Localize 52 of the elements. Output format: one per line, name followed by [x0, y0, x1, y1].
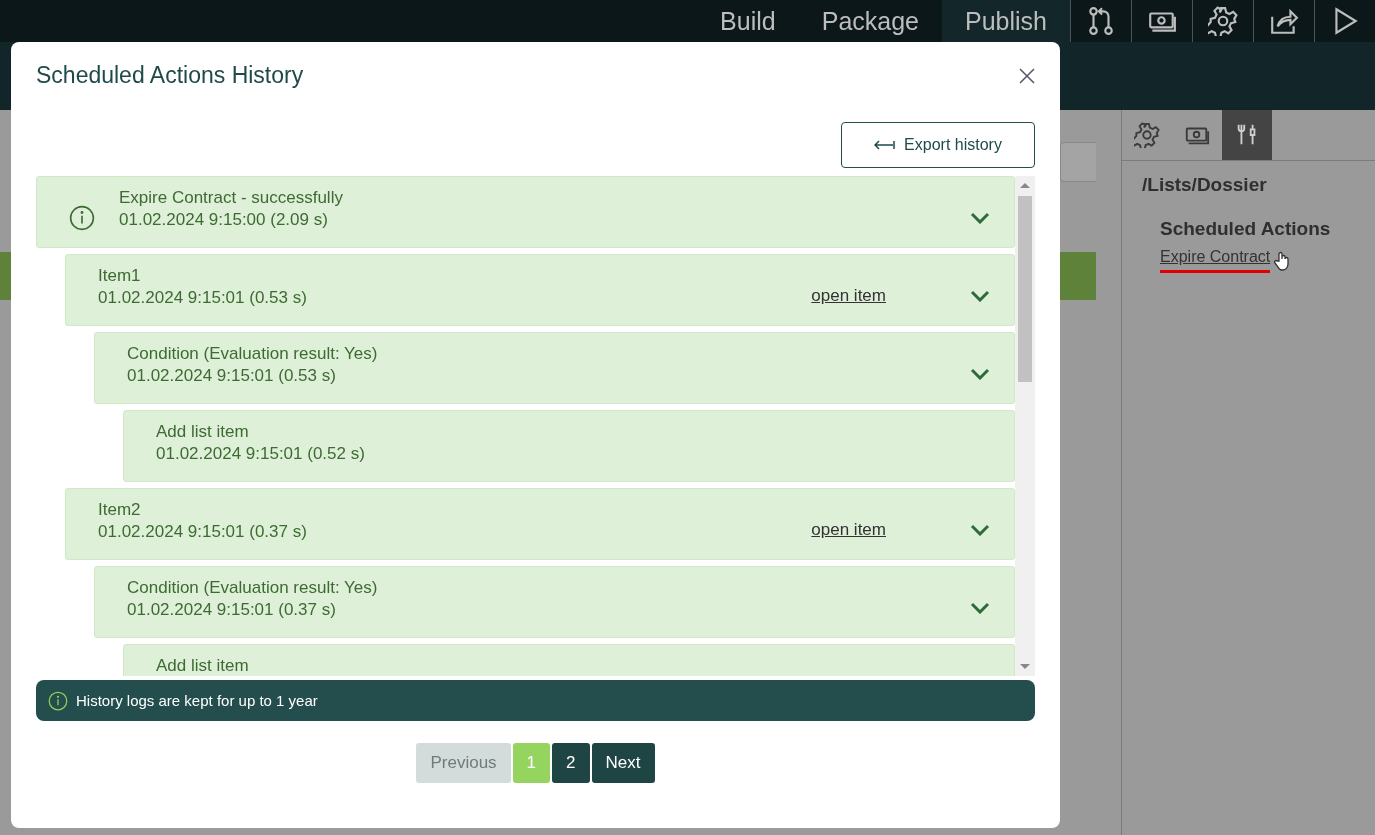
nav-tab[interactable]: Package — [798, 0, 942, 42]
background-bar — [1060, 252, 1096, 300]
history-entry[interactable]: Item1 01.02.2024 9:15:01 (0.53 s) open item — [65, 254, 1015, 326]
chevron-down-icon[interactable] — [970, 211, 990, 224]
chevron-down-icon[interactable] — [970, 289, 990, 302]
scrollbar[interactable] — [1015, 176, 1035, 676]
entry-time: 01.02.2024 9:15:00 (2.09 s) — [119, 210, 329, 230]
export-history-button[interactable]: Export history — [841, 122, 1035, 168]
chevron-down-icon[interactable] — [970, 367, 990, 380]
background-bar — [0, 252, 12, 300]
history-entry[interactable]: Add list item — [123, 644, 1015, 676]
entry-time: 01.02.2024 9:15:01 (0.53 s) — [98, 288, 308, 308]
entry-title: Add list item — [156, 422, 250, 442]
open-item-link[interactable]: open item — [811, 519, 886, 540]
page-button[interactable]: 2 — [552, 743, 590, 783]
info-icon — [48, 690, 68, 711]
close-icon — [1019, 68, 1035, 84]
nav-tab[interactable]: Publish — [942, 0, 1070, 42]
entry-title: Item1 — [98, 266, 142, 286]
history-entry[interactable]: Item2 01.02.2024 9:15:01 (0.37 s) open item — [65, 488, 1015, 560]
nav-tab[interactable]: Build — [697, 0, 799, 42]
entry-time: 01.02.2024 9:15:01 (0.37 s) — [98, 522, 308, 542]
hand-cursor-icon — [1273, 250, 1292, 271]
background-field — [1060, 142, 1096, 182]
section-title: Scheduled Actions — [1160, 218, 1332, 240]
entry-title: Expire Contract - successfully — [119, 188, 344, 208]
branch-icon — [1086, 6, 1116, 36]
open-item-link[interactable]: open item — [811, 285, 886, 306]
settings-icon — [1208, 6, 1238, 36]
entry-time: 01.02.2024 9:15:01 (0.37 s) — [127, 600, 337, 620]
settings-icon — [1134, 122, 1160, 148]
chevron-down-icon[interactable] — [970, 523, 990, 536]
entry-time: 01.02.2024 9:15:01 (0.52 s) — [156, 444, 366, 464]
entry-title: Item2 — [98, 500, 142, 520]
panel-tab[interactable] — [1222, 110, 1272, 160]
entry-time: 01.02.2024 9:15:01 (0.53 s) — [127, 366, 337, 386]
arrow-left-icon — [874, 140, 897, 150]
history-entry[interactable]: Add list item 01.02.2024 9:15:01 (0.52 s) — [123, 410, 1015, 482]
history-entry[interactable]: Condition (Evaluation result: Yes) 01.02.2024 9:15:01 (0.37 s) — [94, 566, 1015, 638]
history-entry[interactable]: Expire Contract - successfully 01.02.2024 9:15:00 (2.09 s) — [36, 176, 1015, 248]
expire-contract-link[interactable]: Expire Contract — [1160, 248, 1271, 273]
notice-text: History logs are kept for up to 1 year — [76, 692, 318, 709]
entry-title: Condition (Evaluation result: Yes) — [127, 344, 379, 364]
dialog-title: Scheduled Actions History — [36, 61, 304, 89]
info-icon — [69, 204, 95, 231]
share-icon — [1269, 6, 1299, 36]
chevron-down-icon[interactable] — [970, 601, 990, 614]
history-entry[interactable]: Condition (Evaluation result: Yes) 01.02.2024 9:15:01 (0.53 s) — [94, 332, 1015, 404]
entry-title: Condition (Evaluation result: Yes) — [127, 578, 379, 598]
next-button[interactable]: Next — [591, 743, 655, 783]
entry-title: Add list item — [156, 656, 250, 676]
panel-path: /Lists/Dossier — [1142, 174, 1268, 196]
